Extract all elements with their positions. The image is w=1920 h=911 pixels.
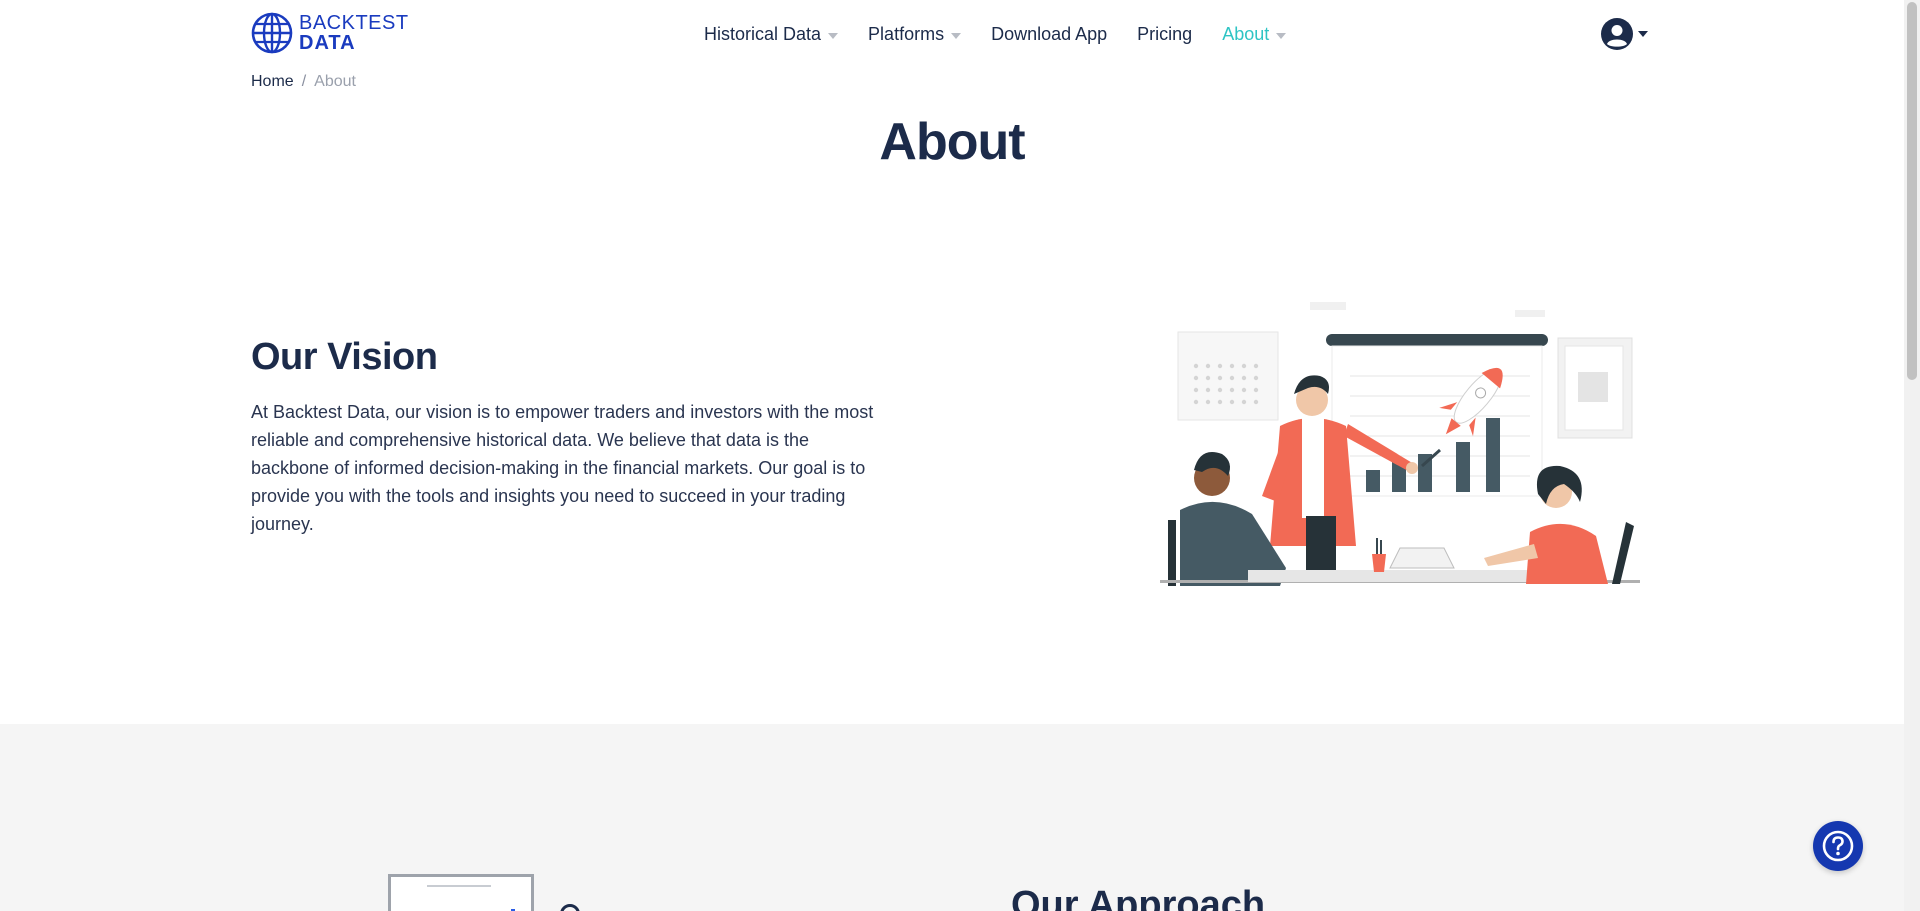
main-nav: Historical Data Platforms Download App P… [704, 24, 1316, 45]
site-header: BACKTEST DATA Historical Data Platforms … [0, 0, 1904, 72]
page-title: About [879, 113, 1025, 171]
page-scrollbar[interactable] [1904, 0, 1920, 911]
help-button[interactable] [1813, 821, 1863, 871]
question-circle-icon [1822, 830, 1854, 862]
nav-label: About [1222, 24, 1270, 44]
scrollbar-thumb[interactable] [1907, 2, 1917, 380]
nav-item-historical-data[interactable]: Historical Data [704, 24, 839, 45]
logo-line-2: DATA [299, 32, 356, 54]
nav-item-about[interactable]: About [1222, 24, 1287, 45]
breadcrumb-separator: / [301, 73, 307, 90]
nav-item-platforms[interactable]: Platforms [868, 24, 962, 45]
vision-heading: Our Vision [251, 336, 438, 378]
chevron-down-icon [1276, 32, 1287, 39]
breadcrumb: Home / About [251, 73, 356, 91]
logo-line-1: BACKTEST [299, 12, 409, 34]
breadcrumb-home-link[interactable]: Home [251, 73, 294, 91]
team-presentation-illustration [1160, 302, 1640, 586]
vision-paragraph: At Backtest Data, our vision is to empow… [251, 402, 874, 534]
approach-chart-image [388, 874, 534, 911]
nav-label: Historical Data [704, 24, 822, 44]
site-logo[interactable]: BACKTEST DATA [251, 12, 409, 54]
nav-label: Download App [991, 24, 1108, 44]
approach-section [0, 724, 1904, 911]
account-menu-button[interactable] [1601, 18, 1648, 50]
user-circle-icon [1601, 18, 1633, 50]
chevron-down-icon [951, 32, 962, 39]
nav-item-download-app[interactable]: Download App [991, 24, 1107, 45]
caret-down-icon [1638, 31, 1648, 37]
approach-heading: Our Approach [1011, 884, 1266, 911]
nav-label: Pricing [1137, 24, 1193, 44]
nav-item-pricing[interactable]: Pricing [1137, 24, 1192, 45]
chevron-down-icon [828, 32, 839, 39]
nav-label: Platforms [868, 24, 945, 44]
globe-icon [251, 12, 293, 54]
breadcrumb-current: About [314, 73, 356, 90]
logo-wordmark: BACKTEST DATA [299, 13, 409, 53]
